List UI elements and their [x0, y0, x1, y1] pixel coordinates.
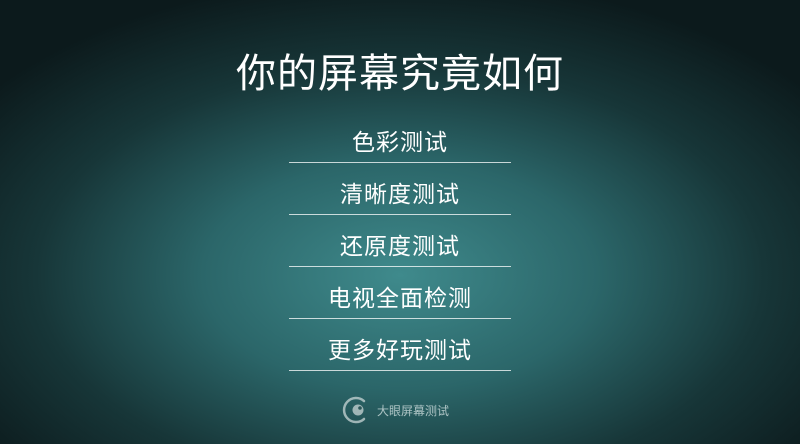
menu-item-label: 色彩测试: [352, 130, 448, 156]
menu-item-more-tests[interactable]: 更多好玩测试: [289, 319, 511, 371]
menu-item-color-test[interactable]: 色彩测试: [289, 120, 511, 163]
menu-item-label: 清晰度测试: [340, 182, 460, 208]
page-title: 你的屏幕究竟如何: [236, 51, 564, 97]
eye-logo-icon: [342, 396, 366, 424]
menu-item-restoration-test[interactable]: 还原度测试: [289, 215, 511, 267]
menu-item-label: 电视全面检测: [328, 286, 472, 312]
menu-item-label: 还原度测试: [340, 234, 460, 260]
test-menu: 色彩测试 清晰度测试 还原度测试 电视全面检测 更多好玩测试: [289, 120, 511, 371]
menu-item-clarity-test[interactable]: 清晰度测试: [289, 163, 511, 215]
menu-item-label: 更多好玩测试: [328, 338, 472, 364]
menu-item-tv-full-check[interactable]: 电视全面检测: [289, 267, 511, 319]
brand-footer: 大眼屏幕测试: [342, 395, 449, 425]
brand-name: 大眼屏幕测试: [377, 403, 450, 418]
